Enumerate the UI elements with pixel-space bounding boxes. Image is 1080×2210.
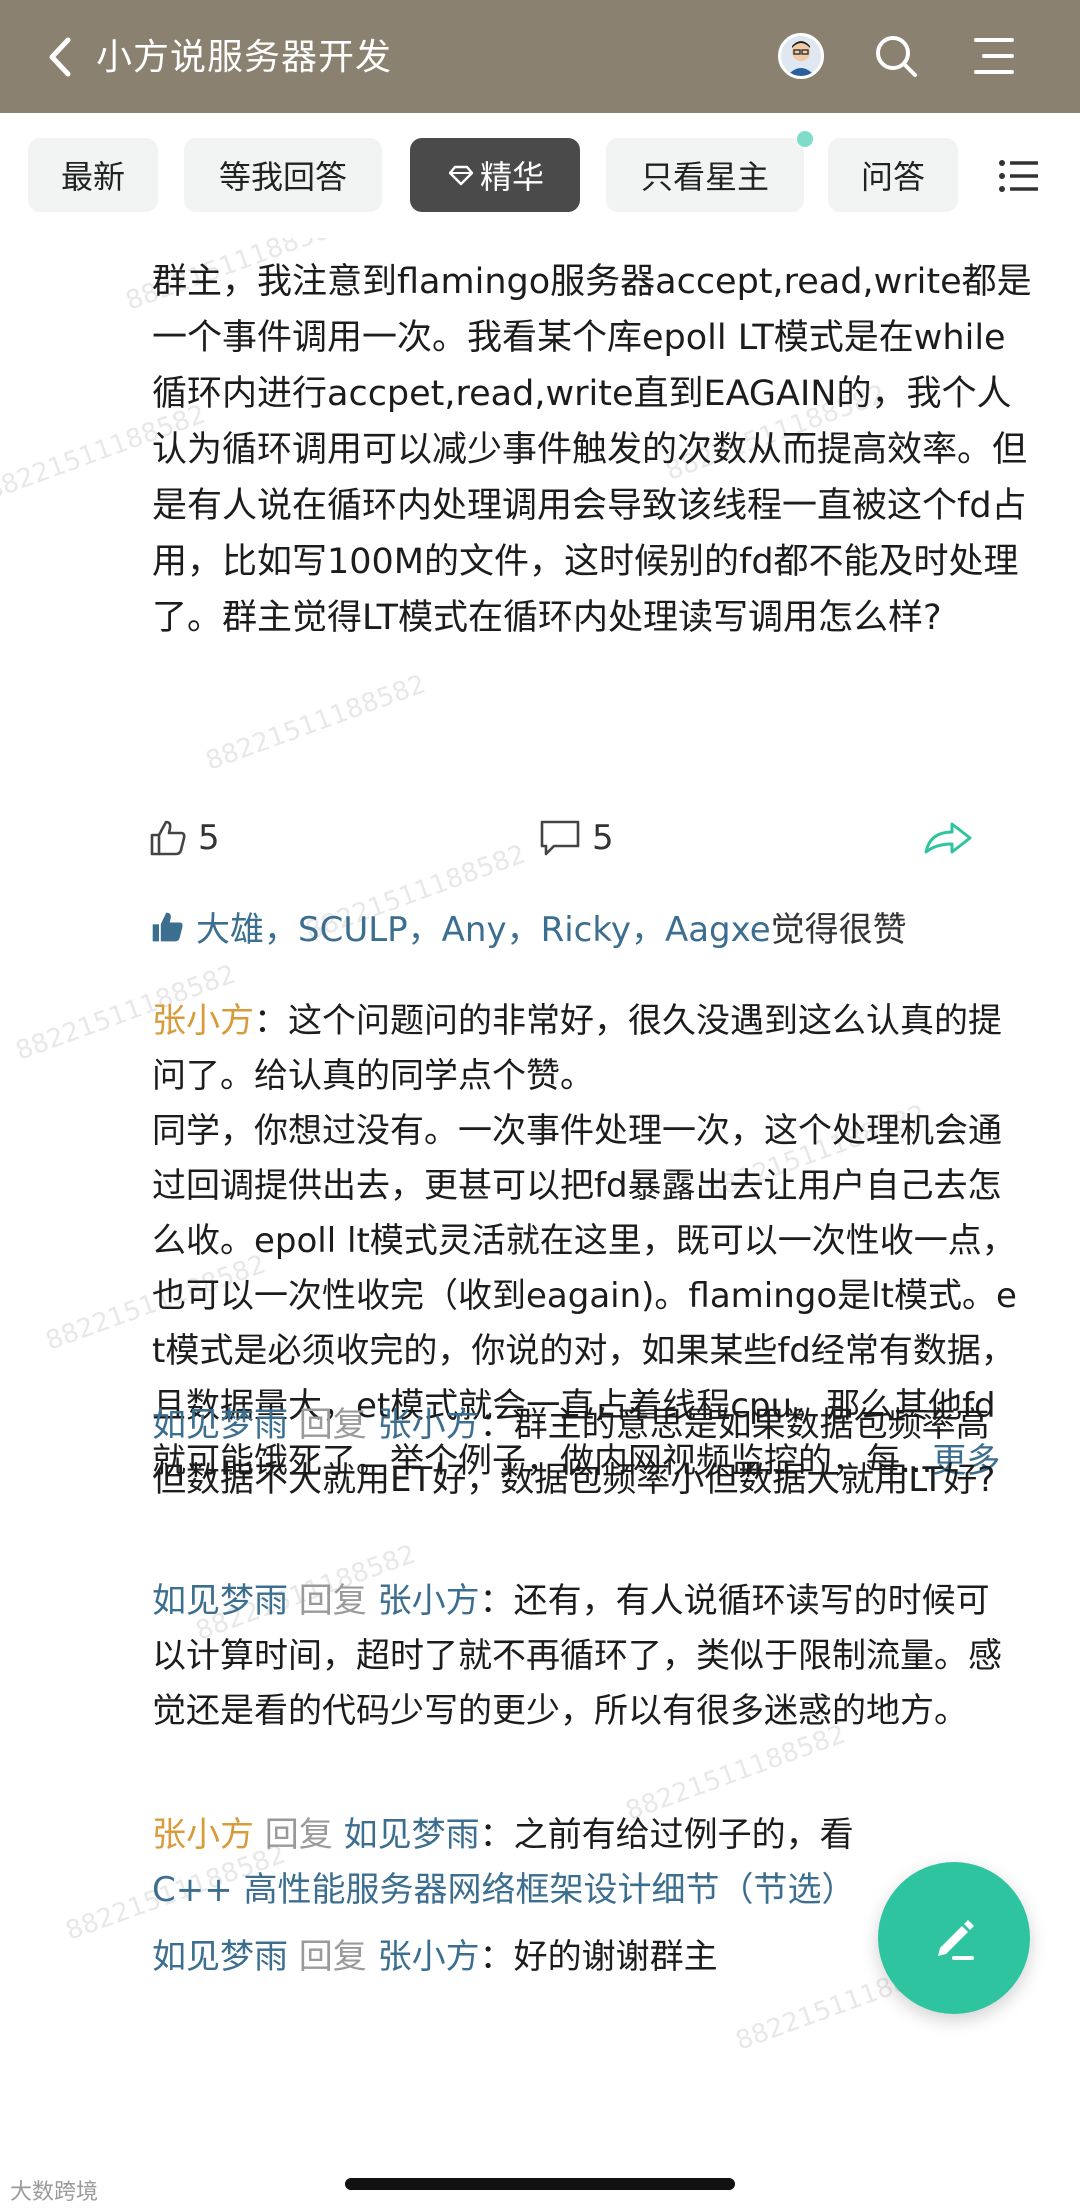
tab-featured[interactable]: 精华 xyxy=(410,138,580,212)
comment-author[interactable]: 如见梦雨 xyxy=(152,1581,288,1621)
comment-author[interactable]: 如见梦雨 xyxy=(152,1937,288,1977)
share-button[interactable] xyxy=(922,818,984,858)
thumbs-up-filled-icon xyxy=(152,912,183,941)
search-button[interactable] xyxy=(870,30,922,82)
menu-button[interactable] xyxy=(968,30,1020,82)
reply-label: 回复 xyxy=(288,1405,378,1445)
comment-text: 之前有给过例子的，看 xyxy=(513,1815,854,1855)
unread-dot xyxy=(797,131,813,147)
tab-qa[interactable]: 问答 xyxy=(828,138,958,212)
reply-target[interactable]: 张小方 xyxy=(378,1937,480,1977)
tab-owner-only[interactable]: 只看星主 xyxy=(606,138,804,212)
search-icon xyxy=(876,36,917,77)
article-link[interactable]: C++ 高性能服务器网络框架设计细节（节选） xyxy=(152,1870,856,1910)
avatar[interactable] xyxy=(778,33,824,79)
likers-names[interactable]: 大雄，SCULP，Any，Ricky，Aagxe xyxy=(196,902,771,951)
tab-featured-label: 精华 xyxy=(479,158,544,196)
comment-author[interactable]: 张小方 xyxy=(152,1001,254,1041)
page-title: 小方说服务器开发 xyxy=(96,37,393,78)
comment-author[interactable]: 如见梦雨 xyxy=(152,1405,288,1445)
diamond-icon xyxy=(448,165,474,186)
pencil-icon xyxy=(938,1920,974,1960)
comment-author[interactable]: 张小方 xyxy=(152,1815,254,1855)
back-icon xyxy=(49,37,71,77)
comment-item: 如见梦雨 回复 张小方：还有，有人说循环读写的时候可以计算时间，超时了就不再循环… xyxy=(152,1574,1022,1739)
action-bar: 5 5 xyxy=(0,818,1080,878)
likers-suffix: 觉得很赞 xyxy=(770,910,907,950)
reply-target[interactable]: 张小方 xyxy=(378,1581,480,1621)
comment-icon xyxy=(540,820,580,856)
compose-button[interactable] xyxy=(878,1862,1030,2014)
back-button[interactable] xyxy=(40,32,80,82)
avatar-icon xyxy=(781,36,821,76)
like-button[interactable]: 5 xyxy=(148,818,220,858)
like-count: 5 xyxy=(198,818,220,858)
menu-icon xyxy=(974,38,1014,74)
reply-label: 回复 xyxy=(288,1581,378,1621)
comment-item: 如见梦雨 回复 张小方：群主的意思是如果数据包频率高但数据不大就用ET好，数据包… xyxy=(152,1398,1022,1508)
comment-separator: ： xyxy=(479,1405,514,1445)
list-icon xyxy=(999,160,1038,192)
reply-target[interactable]: 如见梦雨 xyxy=(344,1815,480,1855)
thumbs-up-icon xyxy=(150,820,186,856)
comment-separator: ： xyxy=(254,1001,288,1041)
filter-tabs: 最新 等我回答 精华 只看星主 问答 xyxy=(0,113,1080,238)
reply-label: 回复 xyxy=(254,1815,344,1855)
comment-separator: ： xyxy=(479,1937,514,1977)
reply-label: 回复 xyxy=(288,1937,378,1977)
question-text: 群主，我注意到flamingo服务器accept,read,write都是一个事… xyxy=(152,262,1032,638)
likers-row: 大雄，SCULP，Any，Ricky，Aagxe 觉得很赞 xyxy=(150,902,907,951)
tab-latest[interactable]: 最新 xyxy=(28,138,158,212)
comment-text: 好的谢谢群主 xyxy=(513,1937,718,1977)
watermark: 88221511188582 xyxy=(201,669,430,777)
home-indicator[interactable] xyxy=(345,2178,735,2190)
share-icon xyxy=(924,822,972,854)
source-watermark: 大数跨境 xyxy=(10,2180,99,2205)
list-view-button[interactable] xyxy=(996,153,1042,199)
comment-separator: ： xyxy=(479,1581,514,1621)
comment-separator: ： xyxy=(479,1815,514,1855)
comment-button[interactable]: 5 xyxy=(538,818,614,858)
tab-awaiting-answer[interactable]: 等我回答 xyxy=(184,138,382,212)
comment-count: 5 xyxy=(592,818,614,858)
reply-target[interactable]: 张小方 xyxy=(378,1405,480,1445)
top-bar: 小方说服务器开发 xyxy=(0,0,1080,113)
